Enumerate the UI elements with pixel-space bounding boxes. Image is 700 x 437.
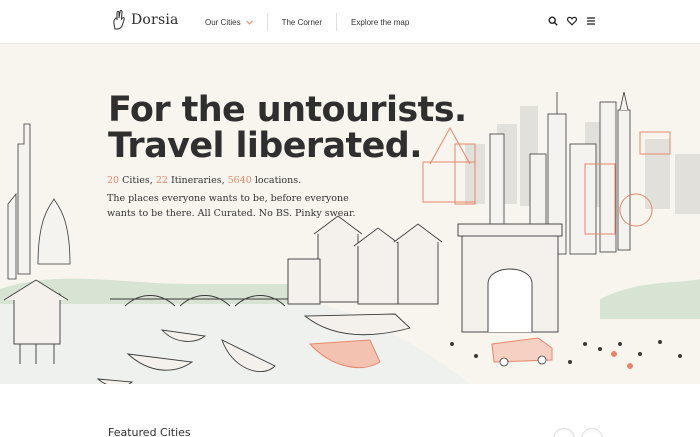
- cities-label: Cities,: [119, 175, 156, 186]
- carousel-arrows: [553, 428, 603, 437]
- hero-tagline: The places everyone wants to be, before …: [107, 193, 356, 219]
- nav-our-cities-label: Our Cities: [205, 17, 241, 27]
- hand-logo-icon: [113, 10, 125, 30]
- nav-our-cities[interactable]: Our Cities: [191, 12, 267, 32]
- cities-count: 20: [107, 175, 120, 186]
- chevron-down-icon: [245, 19, 253, 25]
- nav-explore-map-label: Explore the map: [351, 17, 410, 27]
- hero-section: For the untourists. Travel liberated. 20…: [0, 44, 700, 384]
- site-header: Dorsia Our Cities The Corner Explore the…: [0, 0, 700, 44]
- search-icon[interactable]: [548, 16, 558, 26]
- carousel-next-button[interactable]: [581, 428, 603, 437]
- hero-stats: 20 Cities, 22 Itineraries, 5640 location…: [107, 175, 301, 186]
- itineraries-label: Itineraries,: [167, 175, 228, 186]
- nav-explore-map[interactable]: Explore the map: [337, 12, 423, 32]
- heart-icon[interactable]: [567, 16, 577, 26]
- itineraries-count: 22: [155, 175, 168, 186]
- hero-title-line-1: For the untourists.: [108, 90, 467, 130]
- hero-title: For the untourists. Travel liberated.: [108, 92, 467, 164]
- carousel-prev-button[interactable]: [553, 428, 575, 437]
- menu-icon[interactable]: [586, 16, 596, 26]
- featured-cities-heading: Featured Cities: [108, 426, 191, 437]
- logo-text: Dorsia: [131, 12, 179, 28]
- locations-label: locations.: [251, 175, 302, 186]
- logo[interactable]: Dorsia: [111, 9, 179, 31]
- nav-the-corner[interactable]: The Corner: [268, 12, 336, 32]
- header-icons: [548, 16, 596, 26]
- main-nav: Our Cities The Corner Explore the map: [191, 12, 423, 32]
- locations-count: 5640: [227, 175, 252, 186]
- hero-title-line-2: Travel liberated.: [108, 126, 423, 166]
- nav-the-corner-label: The Corner: [281, 17, 323, 27]
